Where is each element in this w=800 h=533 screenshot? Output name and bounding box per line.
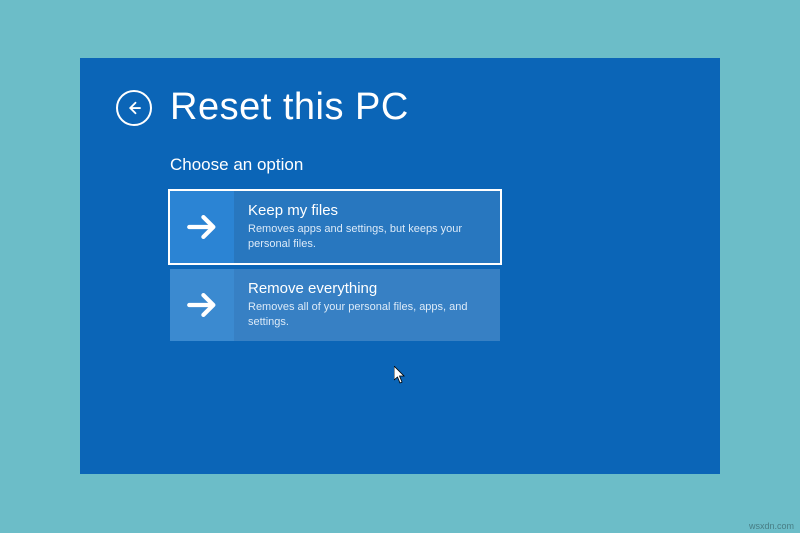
options-list: Keep my files Removes apps and settings,… xyxy=(170,191,500,341)
arrow-right-icon xyxy=(185,210,219,244)
option-keep-my-files[interactable]: Keep my files Removes apps and settings,… xyxy=(170,191,500,263)
option-text: Remove everything Removes all of your pe… xyxy=(234,269,500,341)
option-title: Keep my files xyxy=(248,202,486,219)
back-button[interactable] xyxy=(116,90,152,126)
option-description: Removes all of your personal files, apps… xyxy=(248,300,486,330)
option-remove-everything[interactable]: Remove everything Removes all of your pe… xyxy=(170,269,500,341)
option-icon-box xyxy=(170,269,234,341)
reset-pc-panel: Reset this PC Choose an option Keep my f… xyxy=(80,58,720,474)
mouse-cursor-icon xyxy=(394,366,406,384)
watermark-text: wsxdn.com xyxy=(749,521,794,531)
option-title: Remove everything xyxy=(248,280,486,297)
page-title: Reset this PC xyxy=(170,86,409,129)
option-icon-box xyxy=(170,191,234,263)
option-text: Keep my files Removes apps and settings,… xyxy=(234,191,500,263)
arrow-right-icon xyxy=(185,288,219,322)
option-description: Removes apps and settings, but keeps you… xyxy=(248,222,486,252)
header-row: Reset this PC xyxy=(116,86,684,129)
arrow-left-icon xyxy=(125,99,143,117)
choose-option-label: Choose an option xyxy=(170,155,684,175)
